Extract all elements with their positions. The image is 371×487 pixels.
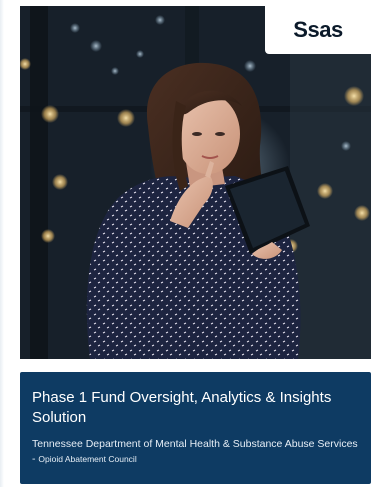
sas-logo-box: Ssas <box>265 6 371 54</box>
title-panel: Phase 1 Fund Oversight, Analytics & Insi… <box>20 372 371 484</box>
cover-photo: Ssas <box>20 6 371 359</box>
subtitle-council: Opioid Abatement Council <box>38 454 137 464</box>
cover-page: Ssas Phase 1 Fund Oversight, Analytics &… <box>0 0 371 487</box>
cover-title: Phase 1 Fund Oversight, Analytics & Insi… <box>32 389 332 426</box>
sas-logo-icon: Ssas <box>293 17 343 42</box>
page-edge <box>0 0 4 487</box>
cover-subtitle: Tennessee Department of Mental Health & … <box>32 437 361 467</box>
woman-with-tablet-photo <box>20 6 371 359</box>
